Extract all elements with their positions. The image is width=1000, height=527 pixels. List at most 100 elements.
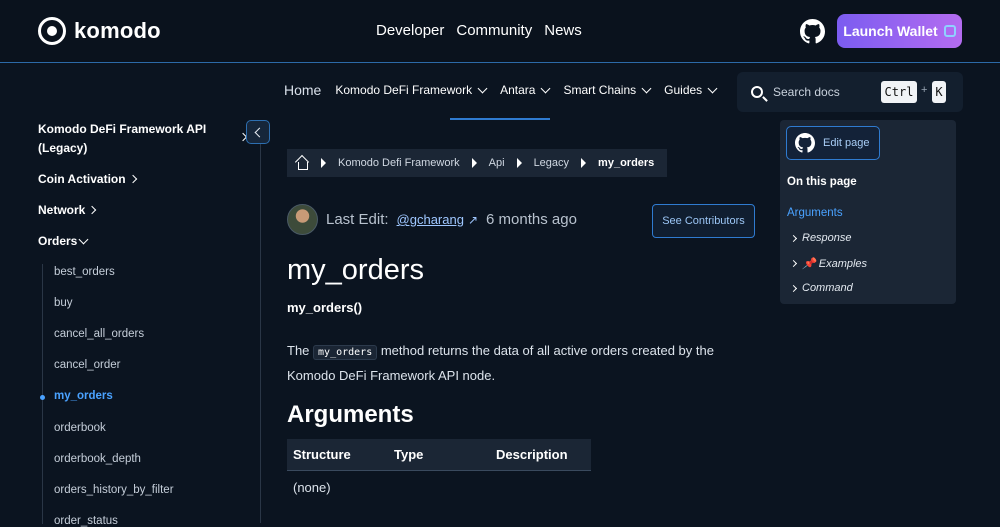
external-link-icon: [943, 25, 956, 37]
chevron-right-icon: [128, 174, 137, 184]
docs-nav-label: Smart Chains: [563, 83, 637, 97]
arguments-heading: Arguments: [287, 401, 414, 428]
github-icon[interactable]: [800, 19, 825, 44]
avatar: [287, 204, 318, 235]
toc-item-arguments[interactable]: Arguments: [787, 207, 843, 219]
external-arrow-icon: ↗: [467, 212, 479, 227]
column-header: Description: [496, 447, 568, 462]
search-placeholder: Search docs: [773, 85, 840, 99]
last-edit-label: Last Edit:: [326, 211, 389, 228]
table-row: (none): [287, 471, 591, 503]
active-nav-indicator: [450, 118, 550, 120]
chevron-right-icon: [789, 234, 798, 242]
caret-right-icon: [581, 158, 587, 168]
docs-nav-komodo-defi[interactable]: Komodo DeFi Framework: [335, 83, 488, 97]
on-this-page-panel: Edit page On this page Arguments Respons…: [780, 120, 956, 304]
toc-item-label: 📌 Examples: [802, 258, 868, 270]
caret-right-icon: [471, 158, 477, 168]
edit-page-button[interactable]: Edit page: [786, 126, 880, 160]
sidebar-item-orders-history[interactable]: orders_history_by_filter: [54, 484, 174, 496]
kbd-ctrl: Ctrl: [881, 81, 917, 103]
nav-community[interactable]: Community: [456, 22, 532, 39]
home-icon[interactable]: [295, 157, 309, 170]
docs-nav-label: Guides: [664, 83, 703, 97]
search-icon: [751, 86, 763, 98]
inline-code: my_orders: [313, 345, 378, 360]
column-header: Structure: [293, 447, 351, 462]
sidebar-item-legacy-api[interactable]: Komodo DeFi Framework API (Legacy): [38, 120, 248, 158]
kbd-plus: +: [921, 84, 928, 96]
breadcrumb: Komodo Defi Framework Api Legacy my_orde…: [287, 149, 667, 177]
chevron-down-icon: [641, 83, 652, 94]
toc-item-label: Command: [802, 282, 853, 294]
docs-nav-guides[interactable]: Guides: [664, 83, 718, 97]
editor-link[interactable]: @gcharang: [397, 212, 464, 227]
docs-home-link[interactable]: Home: [284, 82, 321, 98]
page-title: my_orders: [287, 254, 424, 286]
sidebar-item-cancel-order[interactable]: cancel_order: [54, 359, 120, 371]
docs-nav-label: Komodo DeFi Framework: [335, 83, 473, 97]
caret-right-icon: [321, 158, 326, 168]
top-navbar: komodo Developer Community News Launch W…: [0, 0, 1000, 63]
breadcrumb-item[interactable]: Komodo Defi Framework: [338, 157, 460, 169]
collapse-sidebar-button[interactable]: [246, 120, 270, 144]
launch-wallet-label: Launch Wallet: [843, 23, 938, 39]
sidebar-item-orders[interactable]: Orders: [38, 234, 89, 248]
sidebar-item-order-status[interactable]: order_status: [54, 515, 118, 527]
see-contributors-button[interactable]: See Contributors: [652, 204, 755, 238]
sidebar-item-coin-activation[interactable]: Coin Activation: [38, 172, 137, 186]
toc-item-command[interactable]: Command: [789, 282, 853, 294]
docs-nav-antara[interactable]: Antara: [500, 83, 551, 97]
sidebar-item-orderbook-depth[interactable]: orderbook_depth: [54, 453, 141, 465]
edit-time: 6 months ago: [486, 211, 577, 228]
chevron-right-icon: [789, 259, 798, 268]
launch-wallet-button[interactable]: Launch Wallet: [837, 14, 962, 48]
toc-item-label: Response: [802, 232, 852, 244]
top-nav: Developer Community News: [376, 22, 582, 39]
sidebar-tree-line: [42, 264, 43, 524]
sidebar-item-label: Orders: [38, 234, 78, 248]
search-docs-button[interactable]: Search docs Ctrl + K: [737, 72, 963, 112]
sidebar-item-label: Network: [38, 203, 86, 217]
chevron-right-icon: [88, 205, 97, 215]
toc-title: On this page: [787, 176, 857, 188]
sidebar-item-buy[interactable]: buy: [54, 297, 73, 309]
table-cell: (none): [293, 479, 331, 495]
sidebar-item-label: Komodo DeFi Framework API (Legacy): [38, 122, 207, 155]
github-icon: [795, 133, 815, 153]
active-dot-icon: [40, 395, 45, 400]
sidebar-item-orderbook[interactable]: orderbook: [54, 422, 106, 434]
sidebar-divider: [260, 120, 261, 523]
table-header: Structure Type Description: [287, 439, 591, 471]
edit-page-label: Edit page: [823, 137, 870, 149]
sidebar-item-my-orders[interactable]: my_orders: [54, 390, 113, 402]
brand-logo[interactable]: komodo: [38, 17, 161, 45]
chevron-down-icon: [540, 83, 551, 94]
method-description: The my_orders method returns the data of…: [287, 339, 747, 387]
chevron-down-icon: [78, 234, 89, 245]
brand-name: komodo: [74, 18, 161, 43]
chevron-down-icon: [477, 83, 488, 94]
sidebar-item-cancel-all-orders[interactable]: cancel_all_orders: [54, 328, 144, 340]
nav-news[interactable]: News: [544, 22, 582, 39]
docs-nav-smart-chains[interactable]: Smart Chains: [563, 83, 652, 97]
desc-text: The: [287, 343, 310, 358]
chevron-down-icon: [707, 83, 718, 94]
breadcrumb-item[interactable]: Legacy: [534, 157, 569, 169]
docs-sidebar: Komodo DeFi Framework API (Legacy) Coin …: [38, 120, 260, 527]
kbd-k: K: [932, 81, 946, 103]
toc-item-examples[interactable]: 📌 Examples: [789, 257, 868, 270]
arguments-table: Structure Type Description (none): [287, 439, 591, 503]
sidebar-item-label: Coin Activation: [38, 172, 126, 186]
sidebar-item-network[interactable]: Network: [38, 203, 97, 217]
sidebar-item-best-orders[interactable]: best_orders: [54, 266, 115, 278]
breadcrumb-item[interactable]: Api: [489, 157, 505, 169]
toc-item-response[interactable]: Response: [789, 232, 852, 244]
caret-right-icon: [516, 158, 522, 168]
chevron-right-icon: [789, 284, 798, 292]
breadcrumb-current: my_orders: [598, 157, 655, 169]
docs-nav-label: Antara: [500, 83, 536, 97]
chevron-left-icon: [254, 127, 265, 137]
column-header: Type: [394, 447, 424, 462]
nav-developer[interactable]: Developer: [376, 22, 444, 39]
